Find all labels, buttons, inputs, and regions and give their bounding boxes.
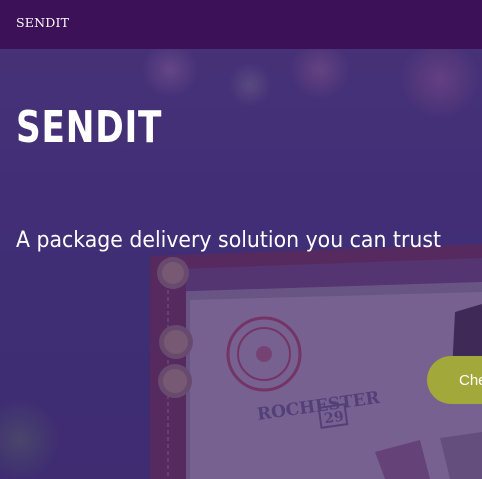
top-navbar: SENDIT (0, 0, 482, 49)
hero-title: SENDIT (16, 102, 163, 153)
page: ROCHESTER 29 SENDIT SENDIT A package del… (0, 0, 482, 479)
navbar-brand-link[interactable]: SENDIT (16, 15, 69, 30)
hero-tagline: A package delivery solution you can trus… (16, 228, 442, 253)
check-cta-button[interactable]: Che (427, 356, 482, 404)
